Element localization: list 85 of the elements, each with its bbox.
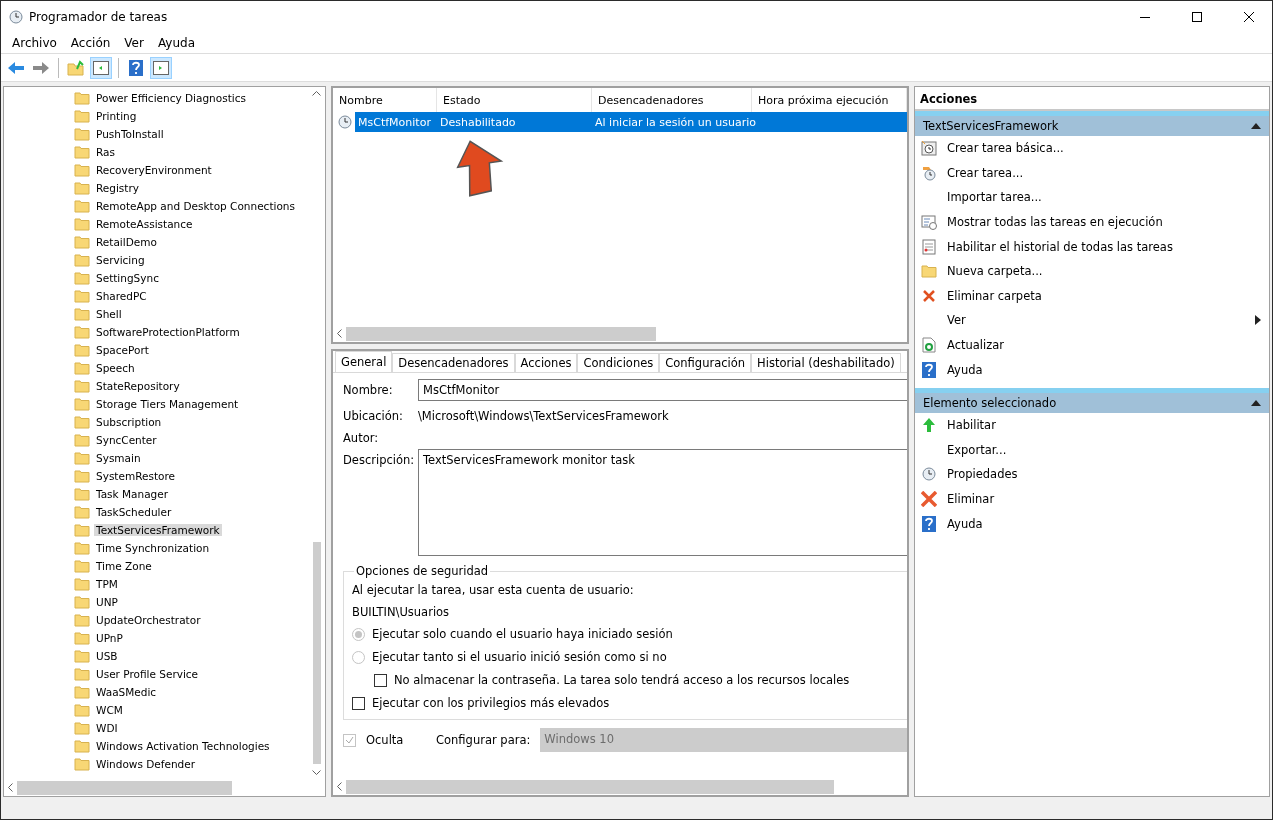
tab[interactable]: Acciones xyxy=(514,353,578,372)
tree-item[interactable]: TPM xyxy=(94,578,120,590)
action-item[interactable]: Ver xyxy=(915,308,1269,333)
tree-item[interactable]: StateRepository xyxy=(94,380,182,392)
tree-item[interactable]: Time Synchronization xyxy=(94,542,212,554)
option-label: No almacenar la contraseña. La tarea solo tendrá acceso a los recursos locales xyxy=(394,673,850,687)
field-label: Autor: xyxy=(343,430,380,445)
tree-item[interactable]: USB xyxy=(94,650,120,662)
tree-item[interactable]: PushToInstall xyxy=(94,128,166,140)
menu-item[interactable]: Ayuda xyxy=(150,36,202,50)
menu-item[interactable]: Acción xyxy=(63,36,118,50)
tree-item[interactable]: UpdateOrchestrator xyxy=(94,614,203,626)
tree-item[interactable]: SpacePort xyxy=(94,344,151,356)
action-item[interactable]: Importar tarea... xyxy=(915,185,1269,210)
tree-item[interactable]: Time Zone xyxy=(94,560,154,572)
tree-item[interactable]: Servicing xyxy=(94,254,147,266)
tree-item[interactable]: TextServicesFramework xyxy=(94,524,222,536)
tree-item[interactable]: Windows Activation Technologies xyxy=(94,740,272,752)
action-item[interactable]: Propiedades xyxy=(915,462,1269,487)
action-item[interactable]: Habilitar xyxy=(915,412,1269,438)
action-item[interactable]: Mostrar todas las tareas en ejecución xyxy=(915,209,1269,235)
tree-item[interactable]: Printing xyxy=(94,110,139,122)
tree-item[interactable]: Task Manager xyxy=(94,488,171,500)
tree-item[interactable]: User Profile Service xyxy=(94,668,201,680)
location-value: \Microsoft\Windows\TextServicesFramework xyxy=(418,408,669,423)
section-header[interactable]: Elemento seleccionado xyxy=(915,387,1269,413)
table-cell-text: MsCtfMonitor xyxy=(357,115,432,129)
option-label: Ejecutar solo cuando el usuario haya iniciado sesión xyxy=(372,627,673,641)
tab[interactable]: Desencadenadores xyxy=(392,353,515,372)
tree-item[interactable]: WaaSMedic xyxy=(94,686,159,698)
tab[interactable]: Condiciones xyxy=(577,353,660,372)
tab[interactable]: Configuración xyxy=(659,353,752,372)
action-item[interactable]: Exportar... xyxy=(915,437,1269,463)
tree-item[interactable]: Power Efficiency Diagnostics xyxy=(94,92,248,104)
tree-item[interactable]: Ras xyxy=(94,146,117,158)
action-item[interactable]: Eliminar carpeta xyxy=(915,283,1269,309)
tree-item[interactable]: Storage Tiers Management xyxy=(94,398,241,410)
tree-item[interactable]: Subscription xyxy=(94,416,164,428)
tree-item[interactable]: UNP xyxy=(94,596,120,608)
tree-item[interactable]: Windows Defender xyxy=(94,758,197,770)
field-label: Descripción: xyxy=(343,452,416,467)
table-cell-text: Deshabilitado xyxy=(439,115,517,129)
menu-item[interactable]: Ver xyxy=(117,36,151,50)
action-item[interactable]: Eliminar xyxy=(915,486,1269,512)
action-item[interactable]: Crear tarea... xyxy=(915,160,1269,186)
tree-item[interactable]: SharedPC xyxy=(94,290,149,302)
option-label: Ejecutar tanto si el usuario inició sesión como si no xyxy=(372,650,667,664)
tree-item[interactable]: SystemRestore xyxy=(94,470,177,482)
tab[interactable]: General xyxy=(335,351,393,372)
window-title: Programador de tareas xyxy=(29,10,169,24)
section-header[interactable]: TextServicesFramework xyxy=(915,111,1269,136)
account-value: BUILTIN\Usuarios xyxy=(352,603,451,621)
field-label: Ubicación: xyxy=(343,408,404,423)
group-title: Opciones de seguridad xyxy=(355,564,490,578)
action-item[interactable]: Ayuda xyxy=(915,357,1269,382)
tree-item[interactable]: WDI xyxy=(94,722,120,734)
tree-item[interactable]: SyncCenter xyxy=(94,434,159,446)
tree-item[interactable]: RemoteApp and Desktop Connections xyxy=(94,200,297,212)
tree-item[interactable]: SoftwareProtectionPlatform xyxy=(94,326,242,338)
tree-item[interactable]: Speech xyxy=(94,362,137,374)
option-label: Ejecutar con los privilegios más elevados xyxy=(372,696,610,710)
tree-item[interactable]: UPnP xyxy=(94,632,125,644)
action-item[interactable]: Actualizar xyxy=(915,332,1269,358)
option-label: Oculta xyxy=(366,733,405,747)
action-item[interactable]: Crear tarea básica... xyxy=(915,136,1269,161)
name-field[interactable]: MsCtfMonitor xyxy=(418,379,907,401)
tree-item[interactable]: SettingSync xyxy=(94,272,161,284)
task-row[interactable]: MsCtfMonitor Deshabilitado Al iniciar la sesión un usuario xyxy=(355,112,907,132)
tab[interactable]: Historial (deshabilitado) xyxy=(751,353,901,372)
description-field[interactable]: TextServicesFramework monitor task xyxy=(418,449,907,556)
menu-item[interactable]: Archivo xyxy=(5,36,64,50)
field-label: Nombre: xyxy=(343,382,394,397)
tree-item[interactable]: RecoveryEnvironment xyxy=(94,164,214,176)
tree-item[interactable]: TaskScheduler xyxy=(94,506,174,518)
tree-item[interactable]: WCM xyxy=(94,704,125,716)
account-label: Al ejecutar la tarea, usar esta cuenta de usuario: xyxy=(352,581,635,599)
action-item[interactable]: Nueva carpeta... xyxy=(915,258,1269,284)
tree-item[interactable]: Sysmain xyxy=(94,452,143,464)
tree-item[interactable]: RetailDemo xyxy=(94,236,159,248)
tree-item[interactable]: RemoteAssistance xyxy=(94,218,195,230)
action-item[interactable]: Habilitar el historial de todas las tareas xyxy=(915,234,1269,259)
action-item[interactable]: Ayuda xyxy=(915,511,1269,536)
tree-item[interactable]: Registry xyxy=(94,182,141,194)
tree-item[interactable]: Shell xyxy=(94,308,124,320)
field-label: Configurar para: xyxy=(436,733,531,747)
